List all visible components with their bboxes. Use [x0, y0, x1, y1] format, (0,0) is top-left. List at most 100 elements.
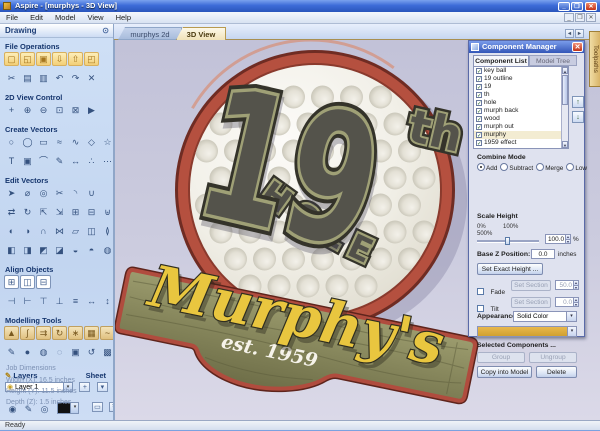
deposit-brush-icon[interactable]: ● [20, 345, 35, 359]
delete-icon[interactable]: ✕ [84, 71, 99, 85]
child-close-button[interactable]: ✕ [586, 13, 596, 22]
component-row[interactable]: ✓hole [474, 99, 568, 107]
zoom-box-icon[interactable]: ⊡ [52, 103, 67, 117]
group-icon[interactable]: ◐ [4, 224, 19, 238]
scroll-down-icon[interactable]: ▼ [562, 141, 568, 148]
join-icon[interactable]: ∪ [84, 186, 99, 200]
child-minimize-button[interactable]: _ [564, 13, 574, 22]
set-exact-height-button[interactable]: Set Exact Height ... [477, 263, 543, 275]
flatten-icon[interactable]: ◓ [84, 243, 99, 257]
component-checkbox[interactable]: ✓ [476, 92, 482, 98]
align-right-icon[interactable]: ⊢ [20, 294, 35, 308]
scale-height-slider[interactable] [477, 237, 539, 245]
draw-curve-icon[interactable]: ∿ [68, 135, 83, 149]
subtract-vectors-icon[interactable]: ⋈ [52, 224, 67, 238]
draw-star-icon[interactable]: ☆ [100, 135, 114, 149]
draw-polyline-icon[interactable]: ≈ [52, 135, 67, 149]
radio-add[interactable]: Add [477, 165, 500, 172]
tab-model-tree[interactable]: Model Tree [529, 55, 577, 66]
spin-down-icon[interactable]: ▼ [565, 239, 570, 243]
menu-view[interactable]: View [81, 12, 109, 24]
offset-right-icon[interactable]: ◨ [20, 243, 35, 257]
slider-thumb[interactable] [505, 237, 510, 245]
slice-icon[interactable]: ▱ [68, 224, 83, 238]
text-on-curve-icon[interactable]: ⌒ [36, 154, 51, 168]
component-row[interactable]: ✓19 [474, 83, 568, 91]
create-shape-icon[interactable]: ▲ [4, 326, 19, 340]
space-vertical-icon[interactable]: ↕ [100, 294, 114, 308]
copy-into-model-button[interactable]: Copy into Model [477, 366, 532, 378]
menu-help[interactable]: Help [110, 12, 137, 24]
minimize-button[interactable]: _ [558, 2, 570, 11]
block-array-icon[interactable]: ⊞ [68, 205, 83, 219]
reset-model-icon[interactable]: ↺ [84, 345, 99, 359]
radio-merge[interactable]: Merge [536, 165, 566, 172]
extend-icon[interactable]: ≬ [100, 224, 114, 238]
component-checkbox[interactable]: ✓ [476, 76, 482, 82]
component-row[interactable]: ✓murph out [474, 123, 568, 131]
delete-component-button[interactable]: Delete [536, 366, 577, 378]
mirror-icon[interactable]: ⇄ [4, 205, 19, 219]
redo-icon[interactable]: ↷ [68, 71, 83, 85]
switch-view-icon[interactable]: ▶ [84, 103, 99, 117]
component-checkbox[interactable]: ✓ [476, 84, 482, 90]
draw-rectangle-icon[interactable]: ▭ [36, 135, 51, 149]
align-top-icon[interactable]: ⊤ [36, 294, 51, 308]
copy-icon[interactable]: ▤ [20, 71, 35, 85]
menu-model[interactable]: Model [49, 12, 81, 24]
component-row[interactable]: ✓1959 effect [474, 139, 568, 147]
texture-icon[interactable]: ▦ [84, 326, 99, 340]
spin-down-icon[interactable]: ▼ [573, 285, 578, 289]
tab-scroll-right-icon[interactable]: ► [575, 29, 584, 38]
open-file-icon[interactable]: ◱ [20, 52, 35, 66]
turn-icon[interactable]: ↻ [52, 326, 67, 340]
paste-icon[interactable]: ▥ [36, 71, 51, 85]
edit-text-icon[interactable]: ✎ [52, 154, 67, 168]
bake-model-icon[interactable]: ▩ [100, 345, 114, 359]
sculpt-icon[interactable]: ✎ [4, 345, 19, 359]
circular-array-icon[interactable]: ⊟ [84, 205, 99, 219]
component-checkbox[interactable]: ✓ [476, 68, 482, 74]
radio-low[interactable]: Low [566, 165, 590, 172]
component-checkbox[interactable]: ✓ [476, 140, 482, 146]
radio-subtract[interactable]: Subtract [500, 165, 536, 172]
fade-set-section-button[interactable]: Set Section [511, 280, 551, 291]
tab-component-list[interactable]: Component List [473, 55, 529, 66]
move-component-up-button[interactable]: ↑ [572, 96, 584, 108]
node-edit-icon[interactable]: ➤ [4, 186, 19, 200]
draw-text-icon[interactable]: T [4, 154, 19, 168]
tab-3d-view[interactable]: 3D View [176, 27, 226, 40]
ungroup-button[interactable]: Ungroup [529, 352, 577, 363]
component-checkbox[interactable]: ✓ [476, 132, 482, 138]
draw-polygon-icon[interactable]: ◇ [84, 135, 99, 149]
component-manager-close-icon[interactable]: ✕ [572, 42, 583, 52]
tilt-set-section-button[interactable]: Set Section [511, 297, 551, 308]
move-component-down-button[interactable]: ↓ [572, 111, 584, 123]
spin-down-icon[interactable]: ▼ [573, 302, 578, 306]
sheet-label[interactable]: Sheet [86, 371, 106, 380]
radio-icon[interactable] [477, 163, 485, 171]
tilt-checkbox[interactable] [477, 305, 484, 312]
move-icon[interactable]: ⇱ [36, 205, 51, 219]
select-layer-vectors-button[interactable]: ▭ [92, 402, 103, 412]
group-button[interactable]: Group [477, 352, 525, 363]
rotate-icon[interactable]: ↻ [20, 205, 35, 219]
maximize-button[interactable]: ❒ [571, 2, 583, 11]
align-y-icon[interactable]: ⊟ [36, 275, 51, 289]
offset-icon[interactable]: ◎ [36, 186, 51, 200]
component-checkbox[interactable]: ✓ [476, 124, 482, 130]
radio-icon[interactable] [500, 163, 508, 171]
component-row[interactable]: ✓19 outline [474, 75, 568, 83]
undo-icon[interactable]: ↶ [52, 71, 67, 85]
export-file-icon[interactable]: ⇧ [68, 52, 83, 66]
align-left-icon[interactable]: ⊣ [4, 294, 19, 308]
erase-brush-icon[interactable]: ◌ [52, 345, 67, 359]
tab-murphys-2d[interactable]: murphys 2d [118, 27, 182, 40]
radio-icon[interactable] [566, 163, 574, 171]
draw-circle-icon[interactable]: ○ [4, 135, 19, 149]
fade-spinbox[interactable]: 50.0 ▲▼ [555, 280, 579, 290]
layer-options-button[interactable]: ▾ [97, 382, 108, 392]
tab-scroll-left-icon[interactable]: ◄ [565, 29, 574, 38]
space-horizontal-icon[interactable]: ↔ [84, 294, 99, 308]
trim-icon[interactable]: ✂ [52, 186, 67, 200]
